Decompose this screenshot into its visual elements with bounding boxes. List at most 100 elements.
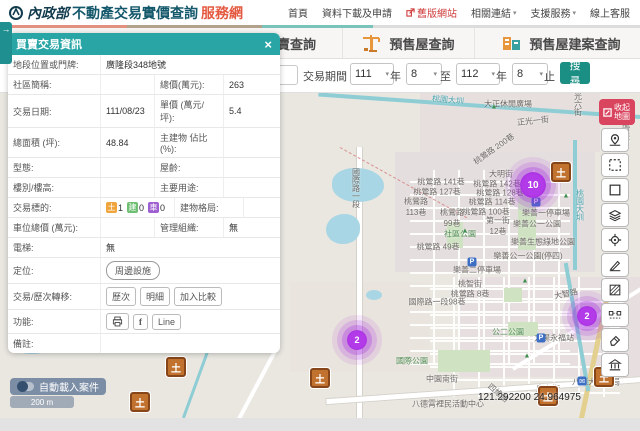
tree-icon: ▲	[522, 278, 529, 285]
layers-icon	[608, 208, 622, 222]
logo-title: 不動產交易實價查詢	[72, 3, 198, 23]
tree-icon: ▲	[563, 193, 570, 200]
month-to-select[interactable]: 8▾	[512, 63, 548, 85]
chevron-down-icon: ▾	[539, 70, 543, 78]
field-label: 總價(萬元):	[154, 75, 223, 94]
map-tool-measure-distance-button[interactable]	[601, 303, 629, 327]
tab-presale-query[interactable]: 預售屋查詢	[342, 28, 475, 58]
map-tool-draw-button[interactable]	[601, 253, 629, 277]
land-marker[interactable]: 土	[551, 162, 571, 182]
map-tool-layers-button[interactable]	[601, 203, 629, 227]
map-label: 樂善公一公園(停四)	[493, 251, 562, 262]
eraser-icon	[608, 333, 622, 347]
history-button[interactable]: 歷次	[106, 287, 136, 306]
map-road	[203, 350, 277, 418]
field-label: 定位:	[8, 258, 100, 283]
modal-title: 買賣交易資訊	[16, 36, 82, 52]
map-label: 樂善公一公園	[513, 219, 561, 230]
tab-presale-project-query[interactable]: 預售屋建案查詢	[486, 28, 636, 58]
year-from-select[interactable]: 111▾	[350, 63, 394, 85]
building-icon	[501, 34, 523, 52]
map-tool-locate-pin-button[interactable]	[601, 128, 629, 152]
map-tool-eraser-button[interactable]	[601, 328, 629, 352]
collapse-map-button[interactable]: 收起地圖	[599, 99, 635, 125]
map-tool-hatch-area-button[interactable]	[601, 278, 629, 302]
chevron-down-icon: ▾	[433, 70, 437, 78]
year-to-select[interactable]: 112▾	[456, 63, 500, 85]
field-label: 總面積 (坪):	[8, 128, 100, 157]
map-tool-area-select-button[interactable]	[601, 153, 629, 177]
land-marker[interactable]: 土	[166, 357, 186, 377]
auto-load-toggle[interactable]: 自動載入案件	[10, 378, 106, 395]
building-badge: 建	[127, 202, 138, 213]
facebook-button[interactable]: f	[133, 314, 148, 330]
cluster-marker[interactable]: 2	[577, 306, 597, 326]
map-label: 桃園大圳	[575, 189, 586, 221]
field-label: 功能:	[8, 310, 100, 333]
printer-icon	[112, 316, 123, 327]
chevron-down-icon: ▾	[572, 9, 576, 17]
side-panel-handle[interactable]: →	[0, 22, 12, 64]
map-tool-extent-button[interactable]	[601, 178, 629, 202]
modal-header: 買賣交易資訊 ×	[8, 33, 280, 55]
field-label: 型態:	[8, 158, 100, 177]
detail-button[interactable]: 明細	[140, 287, 170, 306]
map-label: 公二公園	[492, 327, 524, 338]
close-icon[interactable]: ×	[264, 38, 272, 51]
map-label: 八德霄裡民活動中心	[412, 399, 484, 410]
transaction-detail-modal: 買賣交易資訊 × 地段位置或門牌:廣隆段348地號 社區簡稱: 總價(萬元): …	[8, 33, 280, 353]
field-label: 樓別/樓高:	[8, 178, 100, 197]
nav-downloads[interactable]: 資料下載及申請	[322, 5, 392, 20]
chevron-down-icon: ▾	[491, 70, 495, 78]
tree-icon: ▲	[524, 353, 531, 360]
month-from-select[interactable]: 8▾	[406, 63, 442, 85]
nav-old-site[interactable]: 舊版網站	[406, 5, 457, 20]
landmark-icon	[608, 358, 622, 372]
search-button[interactable]: 搜尋	[560, 62, 590, 84]
map-tool-landmark-button[interactable]	[601, 353, 629, 377]
parking-icon: P	[537, 334, 546, 343]
field-label: 交易日期:	[8, 95, 100, 127]
land-marker[interactable]: 土	[310, 368, 330, 388]
map-label: 樂善一停車場	[522, 208, 570, 219]
tree-icon: ▲	[462, 228, 469, 235]
cluster-marker[interactable]: 2	[347, 330, 367, 350]
external-link-icon	[406, 8, 415, 17]
field-label: 屋齡:	[154, 158, 223, 177]
add-compare-button[interactable]: 加入比較	[174, 287, 222, 306]
nav-related-links[interactable]: 相關連結▾	[471, 5, 517, 20]
land-marker[interactable]: 土	[130, 392, 150, 412]
nav-home[interactable]: 首頁	[288, 5, 308, 20]
field-value: 48.84	[100, 128, 154, 157]
field-label: 備註:	[8, 334, 100, 353]
parking-icon: P	[468, 258, 477, 267]
map-label: 中園南街	[426, 374, 458, 385]
print-button[interactable]	[106, 313, 129, 330]
line-share-button[interactable]: Line	[152, 314, 181, 330]
field-label: 社區簡稱:	[8, 75, 100, 94]
end-label: 止	[544, 68, 555, 84]
field-value: 263	[223, 75, 280, 94]
map-label: 桃鶯路 49巷	[416, 242, 459, 253]
field-value	[223, 128, 280, 157]
map-label: 樂善生態綠地公園	[511, 237, 575, 248]
site-logo[interactable]: 內政部 不動產交易實價查詢 服務網	[8, 3, 243, 23]
map-label: 國際公園	[396, 356, 428, 367]
map-label: 社區公園	[444, 229, 476, 240]
nearby-facilities-button[interactable]: 周邊設施	[106, 261, 160, 280]
nav-online-service[interactable]: 線上客服	[590, 5, 630, 20]
field-label: 管理組織:	[154, 218, 223, 237]
nav-support[interactable]: 支援服務▾	[530, 5, 576, 20]
hatch-area-icon	[608, 283, 622, 297]
map-label: 國際路一段	[351, 168, 362, 208]
map-label: 桃鶯路 99巷	[435, 207, 469, 229]
map-tool-gps-button[interactable]	[601, 228, 629, 252]
transaction-target-badges: 土1 建0 車0	[100, 198, 174, 217]
map-label: 正光六街	[573, 92, 584, 116]
field-value: 無	[223, 218, 280, 237]
year-unit-label: 年	[496, 68, 507, 84]
to-label: 至	[440, 68, 451, 84]
map-park	[438, 350, 490, 372]
field-value	[100, 218, 154, 237]
cluster-marker[interactable]: 10	[520, 172, 546, 198]
